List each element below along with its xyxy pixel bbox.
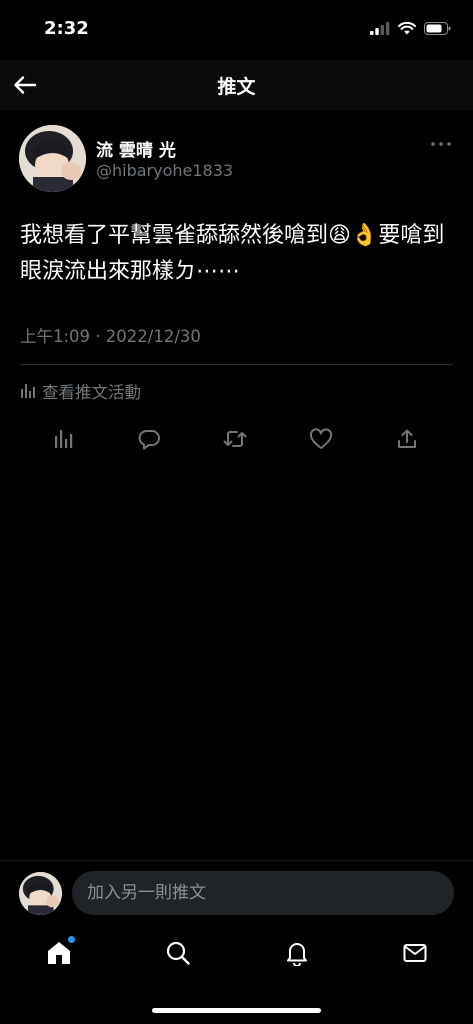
share-icon xyxy=(398,429,416,448)
more-dots-icon xyxy=(431,142,451,146)
search-icon xyxy=(166,941,190,965)
tweet-actions xyxy=(0,424,473,454)
home-icon xyxy=(48,942,70,964)
retweet-icon xyxy=(223,431,247,447)
status-time: 2:32 xyxy=(44,18,89,39)
status-bar: 2:32 xyxy=(0,0,473,60)
tweet-timestamp[interactable]: 上午1:09 · 2022/12/30 xyxy=(20,323,201,347)
wifi-icon xyxy=(398,20,416,39)
retweet-button[interactable] xyxy=(220,424,250,454)
status-icons xyxy=(370,20,451,39)
analytics-button[interactable] xyxy=(48,424,78,454)
divider xyxy=(20,364,453,365)
reply-icon xyxy=(138,430,160,450)
home-indicator xyxy=(152,1008,321,1013)
tab-home[interactable] xyxy=(42,936,76,970)
view-tweet-activity[interactable]: 查看推文活動 xyxy=(20,379,141,403)
cellular-signal-icon xyxy=(370,20,390,39)
messages-icon xyxy=(403,944,427,962)
header: 推文 xyxy=(0,60,473,110)
bar-chart-icon xyxy=(21,384,35,398)
tab-notifications[interactable] xyxy=(280,936,314,970)
notifications-icon xyxy=(287,943,307,966)
tab-messages[interactable] xyxy=(398,936,432,970)
reply-avatar xyxy=(19,872,62,915)
tweet-text: 我想看了平幫雲雀舔舔然後嗆到😩👌要嗆到眼淚流出來那樣ㄉ⋯⋯ xyxy=(20,223,445,284)
analytics-label: 查看推文活動 xyxy=(42,383,141,402)
avatar[interactable] xyxy=(19,125,86,192)
page-title: 推文 xyxy=(217,76,256,98)
more-button[interactable] xyxy=(429,134,453,154)
tab-bar xyxy=(0,924,473,1024)
author-handle[interactable]: @hibaryohe1833 xyxy=(96,161,233,180)
reply-input[interactable]: 加入另一則推文 xyxy=(72,871,454,915)
analytics-icon xyxy=(55,430,73,448)
like-button[interactable] xyxy=(306,424,336,454)
share-button[interactable] xyxy=(392,424,422,454)
author-name[interactable]: 流 雲晴 光 xyxy=(96,136,176,161)
battery-icon xyxy=(424,20,451,39)
reply-bar: 加入另一則推文 xyxy=(0,860,473,924)
notification-dot xyxy=(68,936,75,943)
reply-button[interactable] xyxy=(134,424,164,454)
like-icon xyxy=(309,428,333,449)
tab-search[interactable] xyxy=(161,936,195,970)
